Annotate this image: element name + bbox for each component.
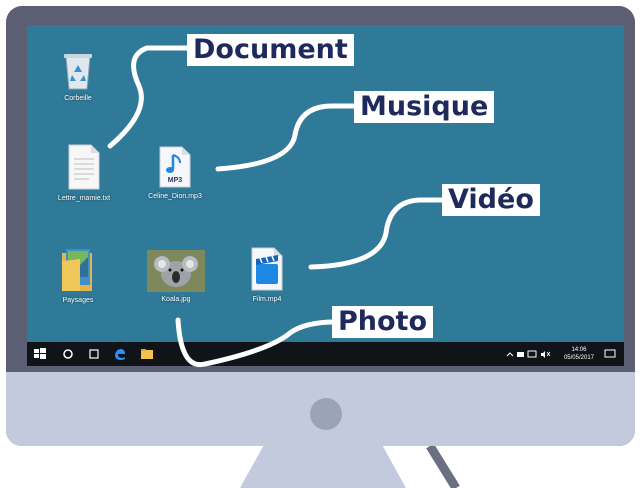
callout-photo: Photo [332, 306, 434, 338]
callout-document: Document [187, 34, 354, 66]
callout-musique: Musique [354, 91, 495, 123]
callout-video: Vidéo [442, 184, 540, 216]
callout-line-photo [175, 317, 338, 368]
callout-line-document [107, 45, 196, 149]
callout-line-musique [215, 103, 363, 172]
callout-lines [107, 45, 449, 368]
callout-line-video [308, 197, 449, 270]
